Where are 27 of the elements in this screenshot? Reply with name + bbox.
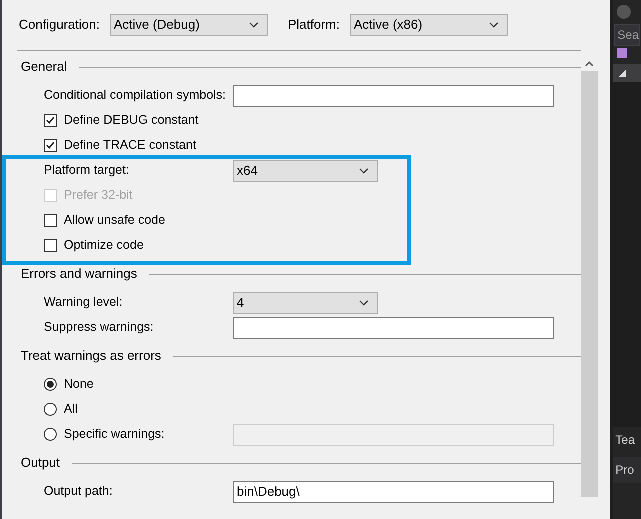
field-label: Prefer 32-bit — [64, 187, 133, 204]
section-title: Output — [21, 454, 60, 472]
field-label: Output path: — [44, 484, 113, 498]
dropdown[interactable]: Active (x86) — [350, 14, 508, 36]
field-label: Specific warnings: — [64, 426, 165, 444]
field-label: None — [64, 376, 94, 394]
toolbar-label: Configuration: — [19, 16, 100, 34]
field-label: All — [64, 401, 78, 418]
field-label: Suppress warnings: — [44, 320, 154, 334]
field-label: Optimize code — [64, 237, 144, 254]
dropdown[interactable]: Active (Debug) — [110, 14, 268, 36]
search-field[interactable]: Sea — [614, 24, 640, 46]
section-title: General — [21, 58, 68, 76]
input-field[interactable]: bin\Debug\ — [233, 480, 554, 502]
panel-header[interactable]: Tea — [612, 427, 641, 453]
panel-header[interactable]: Pro — [612, 457, 641, 483]
field-label: Allow unsafe code — [64, 212, 166, 230]
section-title: Treat warnings as errors — [21, 347, 162, 366]
dropdown[interactable]: x64 — [233, 160, 378, 182]
field-label: Platform target: — [44, 163, 130, 178]
field-label: Define DEBUG constant — [64, 112, 199, 130]
toolbar-label: Platform: — [288, 16, 340, 34]
section-title: Errors and warnings — [21, 265, 138, 284]
field-label: Warning level: — [44, 295, 123, 310]
field-label: Define TRACE constant — [64, 137, 196, 154]
dropdown[interactable]: 4 — [233, 292, 378, 314]
field-label: Conditional compilation symbols: — [44, 88, 226, 102]
